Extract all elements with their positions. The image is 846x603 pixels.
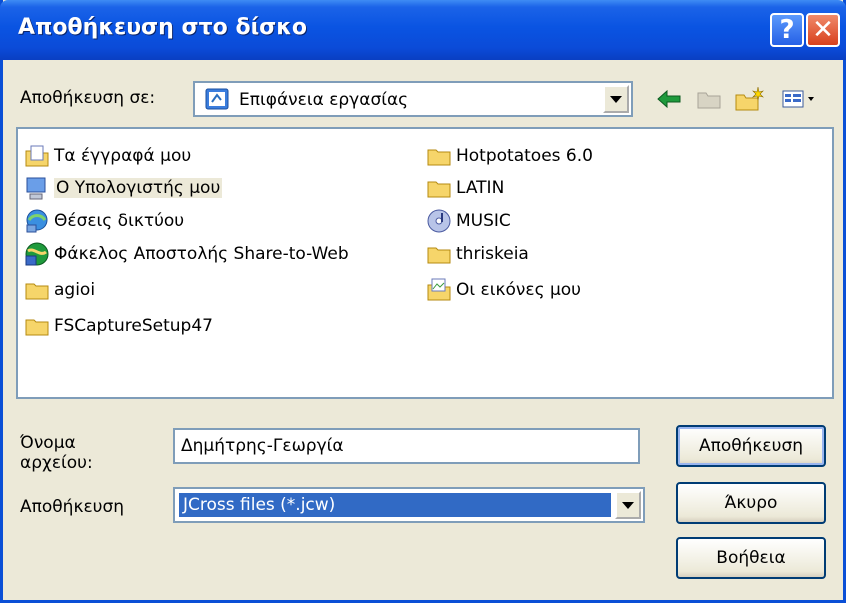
view-menu-icon[interactable]	[779, 84, 819, 114]
filename-label: Όνομα αρχείου:	[20, 433, 93, 473]
my-computer-icon	[26, 177, 46, 200]
list-item[interactable]: Ο Υπολογιστής μου	[24, 173, 223, 203]
save-button[interactable]: Αποθήκευση	[676, 425, 826, 467]
chevron-down-icon[interactable]	[615, 491, 641, 519]
folder-icon	[427, 247, 451, 264]
list-item[interactable]: Φάκελος Αποστολής Share-to-Web	[24, 239, 349, 269]
save-in-value: Επιφάνεια εργασίας	[239, 90, 409, 110]
list-item[interactable]: Οι εικόνες μου	[426, 275, 581, 305]
save-type-value: JCross files (*.jcw)	[179, 493, 611, 517]
save-type-dropdown[interactable]: JCross files (*.jcw)	[173, 487, 645, 523]
save-in-dropdown[interactable]: Επιφάνεια εργασίας	[193, 81, 633, 117]
list-item[interactable]: Hotpotatoes 6.0	[426, 141, 593, 171]
folder-icon	[427, 181, 451, 198]
help-title-button[interactable]: ?	[770, 13, 804, 47]
up-folder-icon[interactable]	[693, 84, 725, 114]
help-button[interactable]: Βοήθεια	[676, 537, 826, 579]
list-item[interactable]: Θέσεις δικτύου	[24, 206, 184, 236]
new-folder-icon[interactable]	[733, 84, 765, 114]
folder-icon	[427, 149, 451, 166]
folder-icon	[25, 319, 49, 336]
back-icon[interactable]	[653, 84, 685, 114]
list-item[interactable]: MUSIC	[426, 206, 511, 236]
close-button[interactable]: ✕	[806, 13, 840, 47]
music-disc-icon	[427, 209, 451, 233]
list-item[interactable]: FSCaptureSetup47	[24, 311, 213, 341]
my-documents-icon	[25, 145, 49, 167]
save-in-label: Αποθήκευση σε:	[20, 88, 156, 108]
list-item[interactable]: Τα έγγραφά μου	[24, 141, 191, 171]
my-pictures-icon	[427, 278, 451, 301]
title-bar[interactable]: Αποθήκευση στο δίσκο ? ✕	[0, 0, 846, 60]
network-places-icon	[26, 209, 48, 233]
share-to-web-icon	[25, 242, 49, 266]
chevron-down-icon[interactable]	[603, 85, 629, 113]
dialog-title: Αποθήκευση στο δίσκο	[18, 15, 308, 40]
list-item[interactable]: thriskeia	[426, 239, 529, 269]
list-item[interactable]: agioi	[24, 275, 95, 305]
list-item[interactable]: LATIN	[426, 173, 504, 203]
desktop-icon	[205, 88, 229, 110]
folder-icon	[25, 283, 49, 300]
save-dialog: Αποθήκευση στο δίσκο ? ✕ Αποθήκευση σε: …	[0, 0, 846, 603]
file-list[interactable]: Τα έγγραφά μου Ο Υπολογιστής μου Θέσεις …	[16, 127, 834, 399]
save-type-label: Αποθήκευση	[20, 497, 125, 517]
filename-input[interactable]: Δημήτρης-Γεωργία	[173, 428, 640, 464]
cancel-button[interactable]: Άκυρο	[676, 482, 826, 524]
